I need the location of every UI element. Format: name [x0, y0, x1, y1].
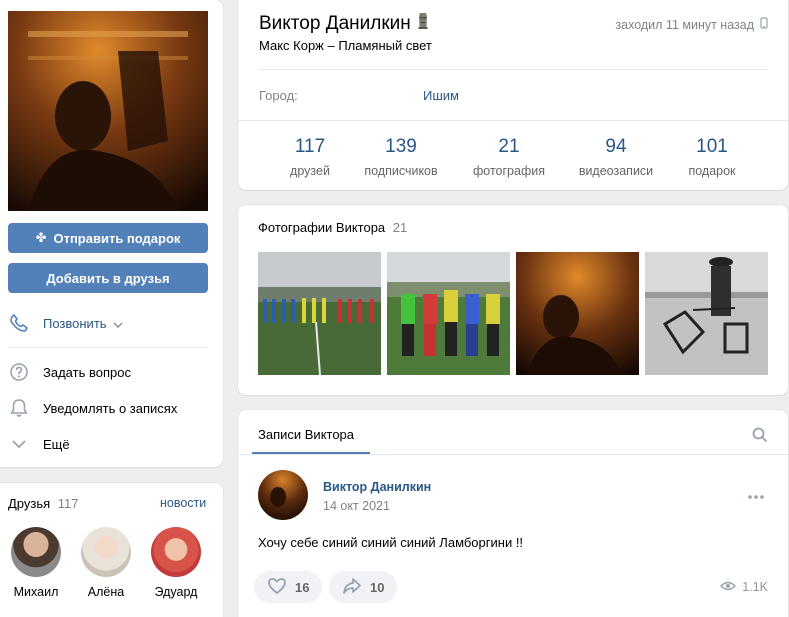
counter-label: фотография	[473, 164, 545, 178]
post-date[interactable]: 14 окт 2021	[323, 499, 390, 513]
like-count: 16	[295, 579, 310, 595]
photos-title: Фотографии Виктора	[258, 220, 386, 235]
counter-photos[interactable]: 21 фотография	[454, 136, 564, 178]
chevron-down-icon	[8, 433, 30, 455]
photos-header[interactable]: Фотографии Виктора 21	[258, 220, 407, 235]
question-icon	[8, 361, 30, 383]
friends-news-link[interactable]: новости	[160, 496, 206, 510]
counter-label: подписчиков	[364, 164, 438, 178]
send-gift-button[interactable]: ✤ Отправить подарок	[8, 223, 208, 253]
counter-value: 21	[498, 136, 520, 157]
counter-label: подарок	[688, 164, 736, 178]
notify-posts-label: Уведомлять о записях	[43, 400, 178, 416]
last-seen: заходил 11 минут назад	[615, 17, 768, 32]
counter-value: 101	[696, 136, 728, 157]
post-author-name[interactable]: Виктор Данилкин	[323, 480, 431, 494]
more-options-icon[interactable]	[748, 488, 764, 503]
share-icon	[342, 577, 362, 598]
friend-avatar	[81, 527, 131, 577]
share-count: 10	[370, 579, 385, 595]
friend-name: Алёна	[87, 585, 125, 599]
counter-value: 94	[605, 136, 627, 157]
send-gift-label: Отправить подарок	[53, 230, 181, 246]
heart-icon	[267, 577, 287, 598]
moai-emoji-icon	[417, 12, 429, 35]
wall-card: Записи Виктора Виктор Данилкин 14 окт 20…	[238, 410, 788, 617]
profile-name-row: Виктор Данилкин	[259, 12, 429, 35]
menu-divider	[8, 347, 208, 348]
counter-followers[interactable]: 139 подписчиков	[346, 136, 456, 178]
last-seen-text: заходил 11 минут назад	[615, 17, 754, 32]
photo-thumbnail[interactable]	[387, 252, 510, 375]
post-views: 1.1K	[720, 580, 768, 594]
views-count: 1.1K	[742, 580, 768, 594]
photos-count: 21	[392, 220, 408, 235]
add-friend-button[interactable]: Добавить в друзья	[8, 263, 208, 293]
eye-icon	[720, 580, 737, 594]
friend-avatar	[151, 527, 201, 577]
friend-item[interactable]: Эдуард	[143, 527, 209, 599]
profile-status[interactable]: Макс Корж – Пламяный свет	[259, 38, 432, 53]
friends-header[interactable]: Друзья 117	[8, 496, 79, 511]
friend-item[interactable]: Алёна	[73, 527, 139, 599]
call-menu-item[interactable]: Позвонить	[8, 305, 208, 341]
post-text: Хочу себе синий синий синий Ламборгини !…	[258, 535, 524, 550]
notify-posts-menu-item[interactable]: Уведомлять о записях	[8, 390, 208, 426]
profile-divider	[259, 69, 768, 70]
profile-name: Виктор Данилкин	[259, 12, 411, 34]
like-button[interactable]: 16	[254, 571, 323, 603]
friends-title: Друзья	[8, 496, 51, 511]
friend-avatar	[11, 527, 61, 577]
mobile-icon	[760, 17, 768, 32]
city-value[interactable]: Ишим	[423, 88, 459, 103]
more-menu-item[interactable]: Ещё	[8, 426, 208, 462]
add-friend-label: Добавить в друзья	[46, 270, 170, 286]
share-button[interactable]: 10	[329, 571, 398, 603]
photo-thumbnail[interactable]	[645, 252, 768, 375]
friend-name: Михаил	[13, 585, 59, 599]
post-author-avatar[interactable]	[258, 470, 308, 520]
ask-question-menu-item[interactable]: Задать вопрос	[8, 354, 208, 390]
city-label: Город:	[259, 88, 298, 103]
profile-info-card: Виктор Данилкин Макс Корж – Пламяный све…	[238, 0, 788, 190]
friend-name: Эдуард	[154, 585, 198, 599]
friends-count: 117	[57, 496, 79, 511]
profile-sidebar-card: ✤ Отправить подарок Добавить в друзья По…	[0, 0, 223, 467]
counter-label: видеозаписи	[578, 164, 654, 178]
search-icon[interactable]	[752, 427, 768, 446]
counter-videos[interactable]: 94 видеозаписи	[561, 136, 671, 178]
chevron-down-icon	[113, 316, 123, 331]
gift-icon: ✤	[35, 230, 47, 245]
wall-divider	[238, 454, 788, 455]
call-label: Позвонить	[43, 315, 107, 331]
photo-thumbnail[interactable]	[516, 252, 639, 375]
phone-icon	[8, 312, 30, 334]
counter-gifts[interactable]: 101 подарок	[657, 136, 767, 178]
bell-icon	[8, 397, 30, 419]
more-label: Ещё	[43, 436, 70, 452]
photo-thumbnail[interactable]	[258, 252, 381, 375]
profile-avatar[interactable]	[8, 11, 208, 211]
friends-card: Друзья 117 новости Михаил Алёна Эдуард	[0, 483, 223, 617]
wall-tab[interactable]: Записи Виктора	[258, 427, 354, 442]
counter-value: 139	[385, 136, 417, 157]
counters-divider	[238, 120, 788, 121]
ask-question-label: Задать вопрос	[43, 364, 131, 380]
friend-item[interactable]: Михаил	[3, 527, 69, 599]
